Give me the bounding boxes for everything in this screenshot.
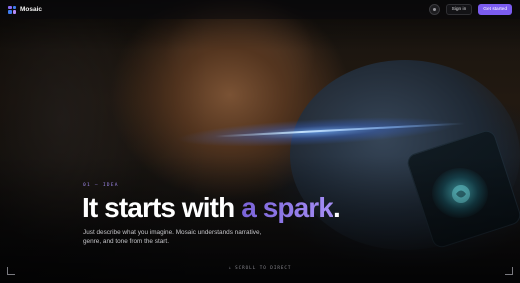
- theme-toggle-button[interactable]: [428, 4, 440, 15]
- corner-bracket-bottom-right: [505, 267, 513, 275]
- section-eyebrow: 01 — IDEA: [83, 183, 119, 188]
- corner-bracket-bottom-left: [7, 267, 15, 275]
- logo-tile: [12, 10, 16, 14]
- arrow-down-icon: ↓: [228, 265, 233, 270]
- top-nav: Mosaic Sign in Get started: [0, 0, 520, 19]
- headline-lead: It starts with: [82, 192, 242, 223]
- hero-headline: It starts with a spark.: [82, 190, 341, 226]
- hero-subtitle: Just describe what you imagine. Mosaic u…: [83, 229, 262, 245]
- scroll-hint-label: SCROLL TO DIRECT: [235, 265, 292, 270]
- landing-page: Mosaic Sign in Get started 01 — IDEA It …: [0, 0, 520, 283]
- sign-in-button[interactable]: Sign in: [445, 4, 473, 15]
- brand-name: Mosaic: [20, 6, 43, 13]
- get-started-button[interactable]: Get started: [478, 4, 512, 15]
- headline-tail: .: [332, 192, 341, 223]
- headline-accent: a spark: [241, 192, 334, 223]
- scroll-hint[interactable]: ↓ SCROLL TO DIRECT: [0, 265, 520, 270]
- mosaic-logo-icon: [8, 5, 16, 14]
- nav-actions: Sign in Get started: [428, 4, 512, 15]
- logo-tile: [12, 5, 16, 9]
- logo-tile: [8, 5, 12, 9]
- brand[interactable]: Mosaic: [8, 5, 43, 14]
- logo-tile: [8, 10, 12, 14]
- circle-dot-icon: [432, 8, 436, 11]
